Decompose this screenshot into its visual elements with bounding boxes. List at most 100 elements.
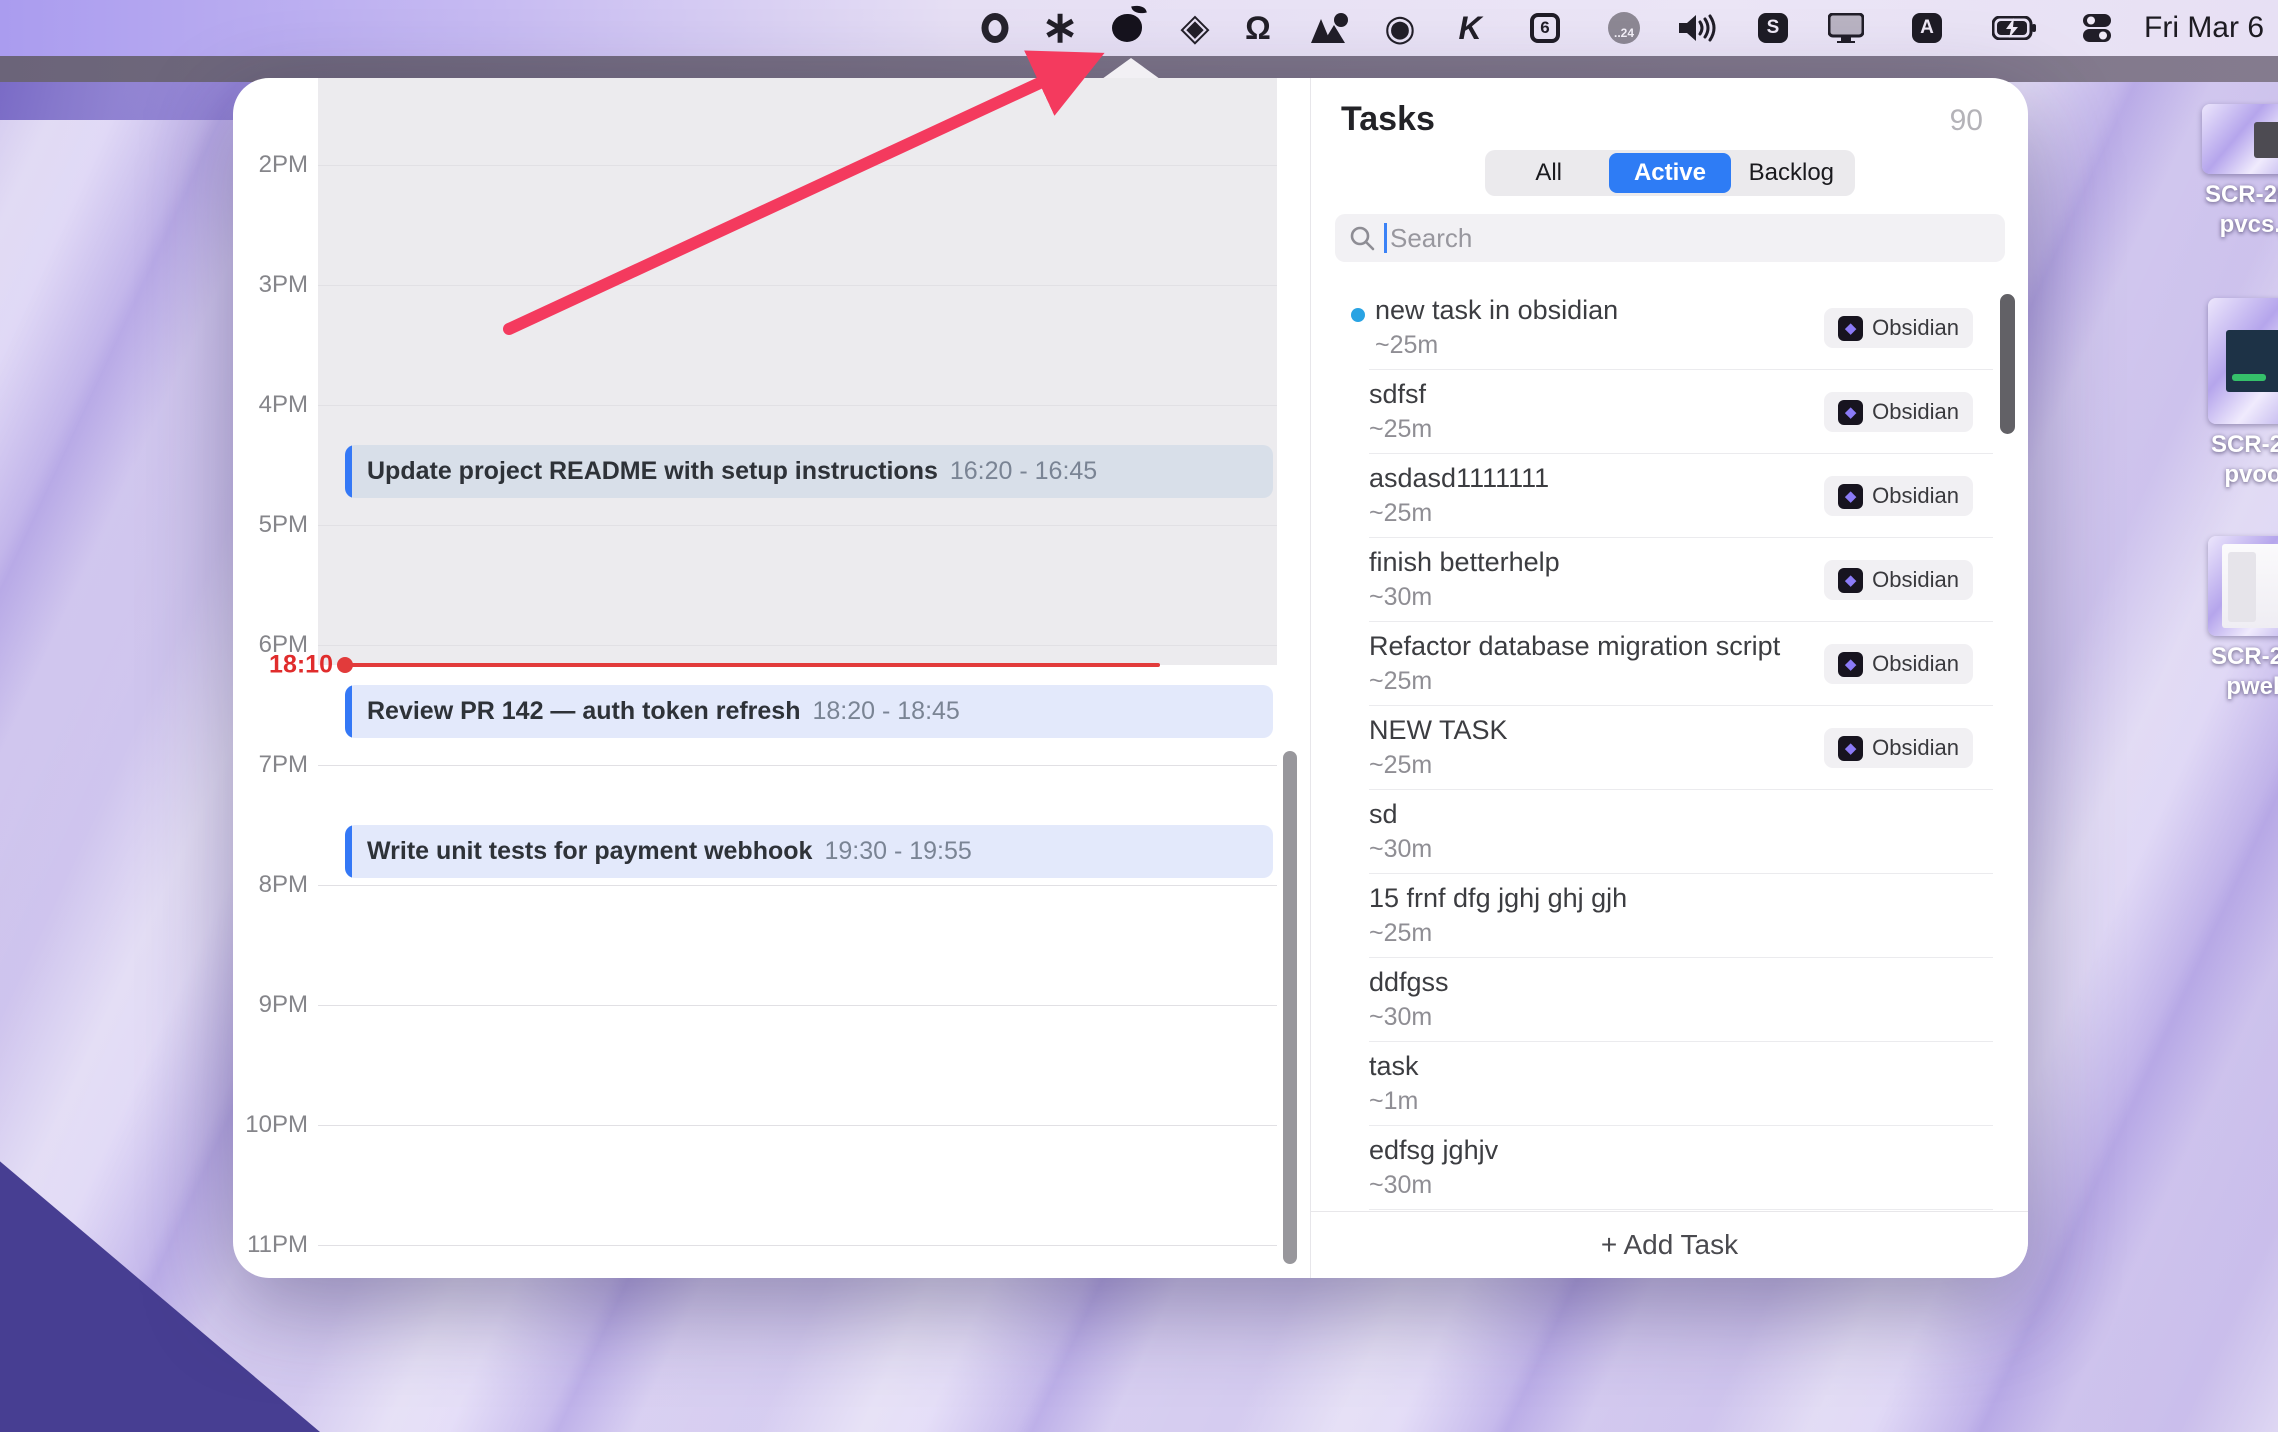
spiral-icon[interactable]: ◉	[1384, 0, 1415, 56]
calendar-scrollbar[interactable]	[1283, 751, 1297, 1264]
desktop-file-2-label: SCR-2026	[2211, 431, 2278, 458]
task-row[interactable]: Refactor database migration script~25m◆O…	[1311, 622, 2028, 706]
event-title: Write unit tests for payment webhook	[367, 837, 812, 866]
task-row[interactable]: NEW TASK~25m◆Obsidian	[1311, 706, 2028, 790]
source-badge: ◆Obsidian	[1824, 308, 1973, 348]
k-sketch-icon[interactable]: K	[1458, 0, 1481, 56]
task-duration: ~25m	[1369, 499, 1432, 528]
task-row[interactable]: 15 frnf dfg jghj ghj gjh ~25m	[1311, 874, 2028, 958]
search-input[interactable]	[1390, 223, 1950, 254]
hour-label: 4PM	[233, 391, 308, 419]
search-icon	[1349, 225, 1375, 251]
hour-label: 2PM	[233, 151, 308, 179]
tasks-title: Tasks	[1341, 100, 1435, 139]
hour-gridline	[318, 525, 1277, 526]
task-row[interactable]: finish betterhelp~30m◆Obsidian	[1311, 538, 2028, 622]
badge-24-icon[interactable]: ..24	[1608, 0, 1640, 56]
task-row[interactable]: edfsg jghjv~30m	[1311, 1126, 2028, 1210]
desktop-file-1[interactable]: SCR-2026 pvcs.jp	[2186, 104, 2278, 240]
mountains-icon[interactable]	[1311, 0, 1349, 56]
desktop-file-3-label2: pwek.p	[2226, 673, 2278, 700]
source-badge: ◆Obsidian	[1824, 728, 1973, 768]
plum-app-icon[interactable]	[1112, 0, 1142, 56]
calendar-icon[interactable]: 6	[1530, 0, 1560, 56]
source-badge-label: Obsidian	[1872, 483, 1959, 509]
tasks-scrollbar[interactable]	[2000, 294, 2015, 434]
control-center-icon[interactable]	[2082, 0, 2112, 56]
task-duration: ~30m	[1369, 1171, 1432, 1200]
task-row[interactable]: asdasd1111111~25m◆Obsidian	[1311, 454, 2028, 538]
source-badge-label: Obsidian	[1872, 651, 1959, 677]
calendar-event[interactable]: Review PR 142 — auth token refresh18:20 …	[345, 685, 1273, 738]
menu-bar: ∗ ◈ Ω ◉ K 6 ..24 S A Fri Mar 6	[0, 0, 2278, 56]
calendar-event[interactable]: Update project README with setup instruc…	[345, 445, 1273, 498]
hour-gridline	[318, 885, 1277, 886]
desktop-file-1-thumbnail	[2202, 104, 2278, 174]
task-title: Refactor database migration script	[1369, 631, 1780, 662]
ring-icon[interactable]	[982, 0, 1009, 56]
tab-all[interactable]: All	[1488, 153, 1609, 193]
app-popover: 2PM3PM4PM5PM6PM7PM8PM9PM10PM11PM Update …	[233, 78, 2028, 1278]
task-duration: ~30m	[1369, 583, 1432, 612]
hour-gridline	[318, 1005, 1277, 1006]
obsidian-icon: ◆	[1838, 484, 1863, 509]
search-field[interactable]	[1335, 214, 2005, 262]
task-duration: ~25m	[1369, 919, 1432, 948]
cube-icon[interactable]: ◈	[1180, 0, 1209, 56]
hour-label: 9PM	[233, 991, 308, 1019]
task-duration: ~25m	[1369, 667, 1432, 696]
hour-gridline	[318, 285, 1277, 286]
a-badge-letter: A	[1912, 13, 1942, 43]
task-duration: ~30m	[1369, 1003, 1432, 1032]
task-duration: ~25m	[1369, 751, 1432, 780]
task-row[interactable]: sd~30m	[1311, 790, 2028, 874]
volume-icon[interactable]	[1679, 0, 1717, 56]
hour-label: 8PM	[233, 871, 308, 899]
battery-icon[interactable]	[1992, 0, 2036, 56]
desktop-screen: SCR-2026 pvcs.jp SCR-2026 pvoo.jp SCR-20…	[0, 0, 2278, 1432]
hour-gridline	[318, 405, 1277, 406]
s-badge-letter: S	[1758, 13, 1788, 43]
calendar-pane: 2PM3PM4PM5PM6PM7PM8PM9PM10PM11PM Update …	[233, 78, 1310, 1278]
hour-gridline	[318, 645, 1277, 646]
s-app-icon[interactable]: S	[1758, 0, 1788, 56]
hour-gridline	[318, 765, 1277, 766]
task-row[interactable]: ddfgss~30m	[1311, 958, 2028, 1042]
current-time-dot	[337, 657, 353, 673]
thumbnail-window	[2226, 330, 2278, 392]
hour-gridline	[318, 165, 1277, 166]
task-title: 15 frnf dfg jghj ghj gjh	[1369, 883, 1627, 914]
add-task-button[interactable]: + Add Task	[1601, 1229, 1738, 1261]
thumbnail-progress	[2232, 374, 2266, 381]
current-time-label: 18:10	[233, 651, 333, 680]
source-badge-label: Obsidian	[1872, 399, 1959, 425]
tab-active[interactable]: Active	[1609, 153, 1730, 193]
openai-icon[interactable]: ∗	[1042, 0, 1079, 56]
task-title: finish betterhelp	[1369, 547, 1560, 578]
calendar-day-number: 6	[1530, 13, 1560, 43]
display-icon[interactable]	[1828, 0, 1864, 56]
menu-bar-clock[interactable]: Fri Mar 6	[2144, 0, 2264, 56]
desktop-file-3-thumbnail	[2208, 536, 2278, 636]
obsidian-icon: ◆	[1838, 316, 1863, 341]
arch-icon[interactable]: Ω	[1245, 0, 1271, 56]
badge-24-text: ..24	[1608, 12, 1640, 44]
desktop-file-2[interactable]: SCR-2026 pvoo.jp	[2192, 298, 2278, 490]
source-badge: ◆ Obsidian	[1824, 392, 1973, 432]
desktop-file-3[interactable]: SCR-2026 pwek.p	[2192, 536, 2278, 702]
event-time: 18:20 - 18:45	[812, 697, 959, 726]
calendar-event[interactable]: Write unit tests for payment webhook19:3…	[345, 825, 1273, 878]
task-row[interactable]: sdfsf ~25m ◆ Obsidian	[1311, 370, 2028, 454]
obsidian-icon: ◆	[1838, 400, 1863, 425]
a-app-icon[interactable]: A	[1912, 0, 1942, 56]
event-color-bar	[345, 825, 352, 878]
task-row[interactable]: task~1m	[1311, 1042, 2028, 1126]
task-row[interactable]: new task in obsidian~25m◆Obsidian	[1311, 286, 2028, 370]
task-duration: ~25m	[1369, 415, 1432, 444]
calendar-day-column[interactable]	[318, 78, 1277, 1278]
tasks-pane: Tasks 90 All Active Backlog new task in …	[1311, 78, 2028, 1278]
task-title: new task in obsidian	[1375, 295, 1618, 326]
task-duration: ~1m	[1369, 1087, 1418, 1116]
tab-backlog[interactable]: Backlog	[1731, 153, 1852, 193]
task-title: sdfsf	[1369, 379, 1426, 410]
